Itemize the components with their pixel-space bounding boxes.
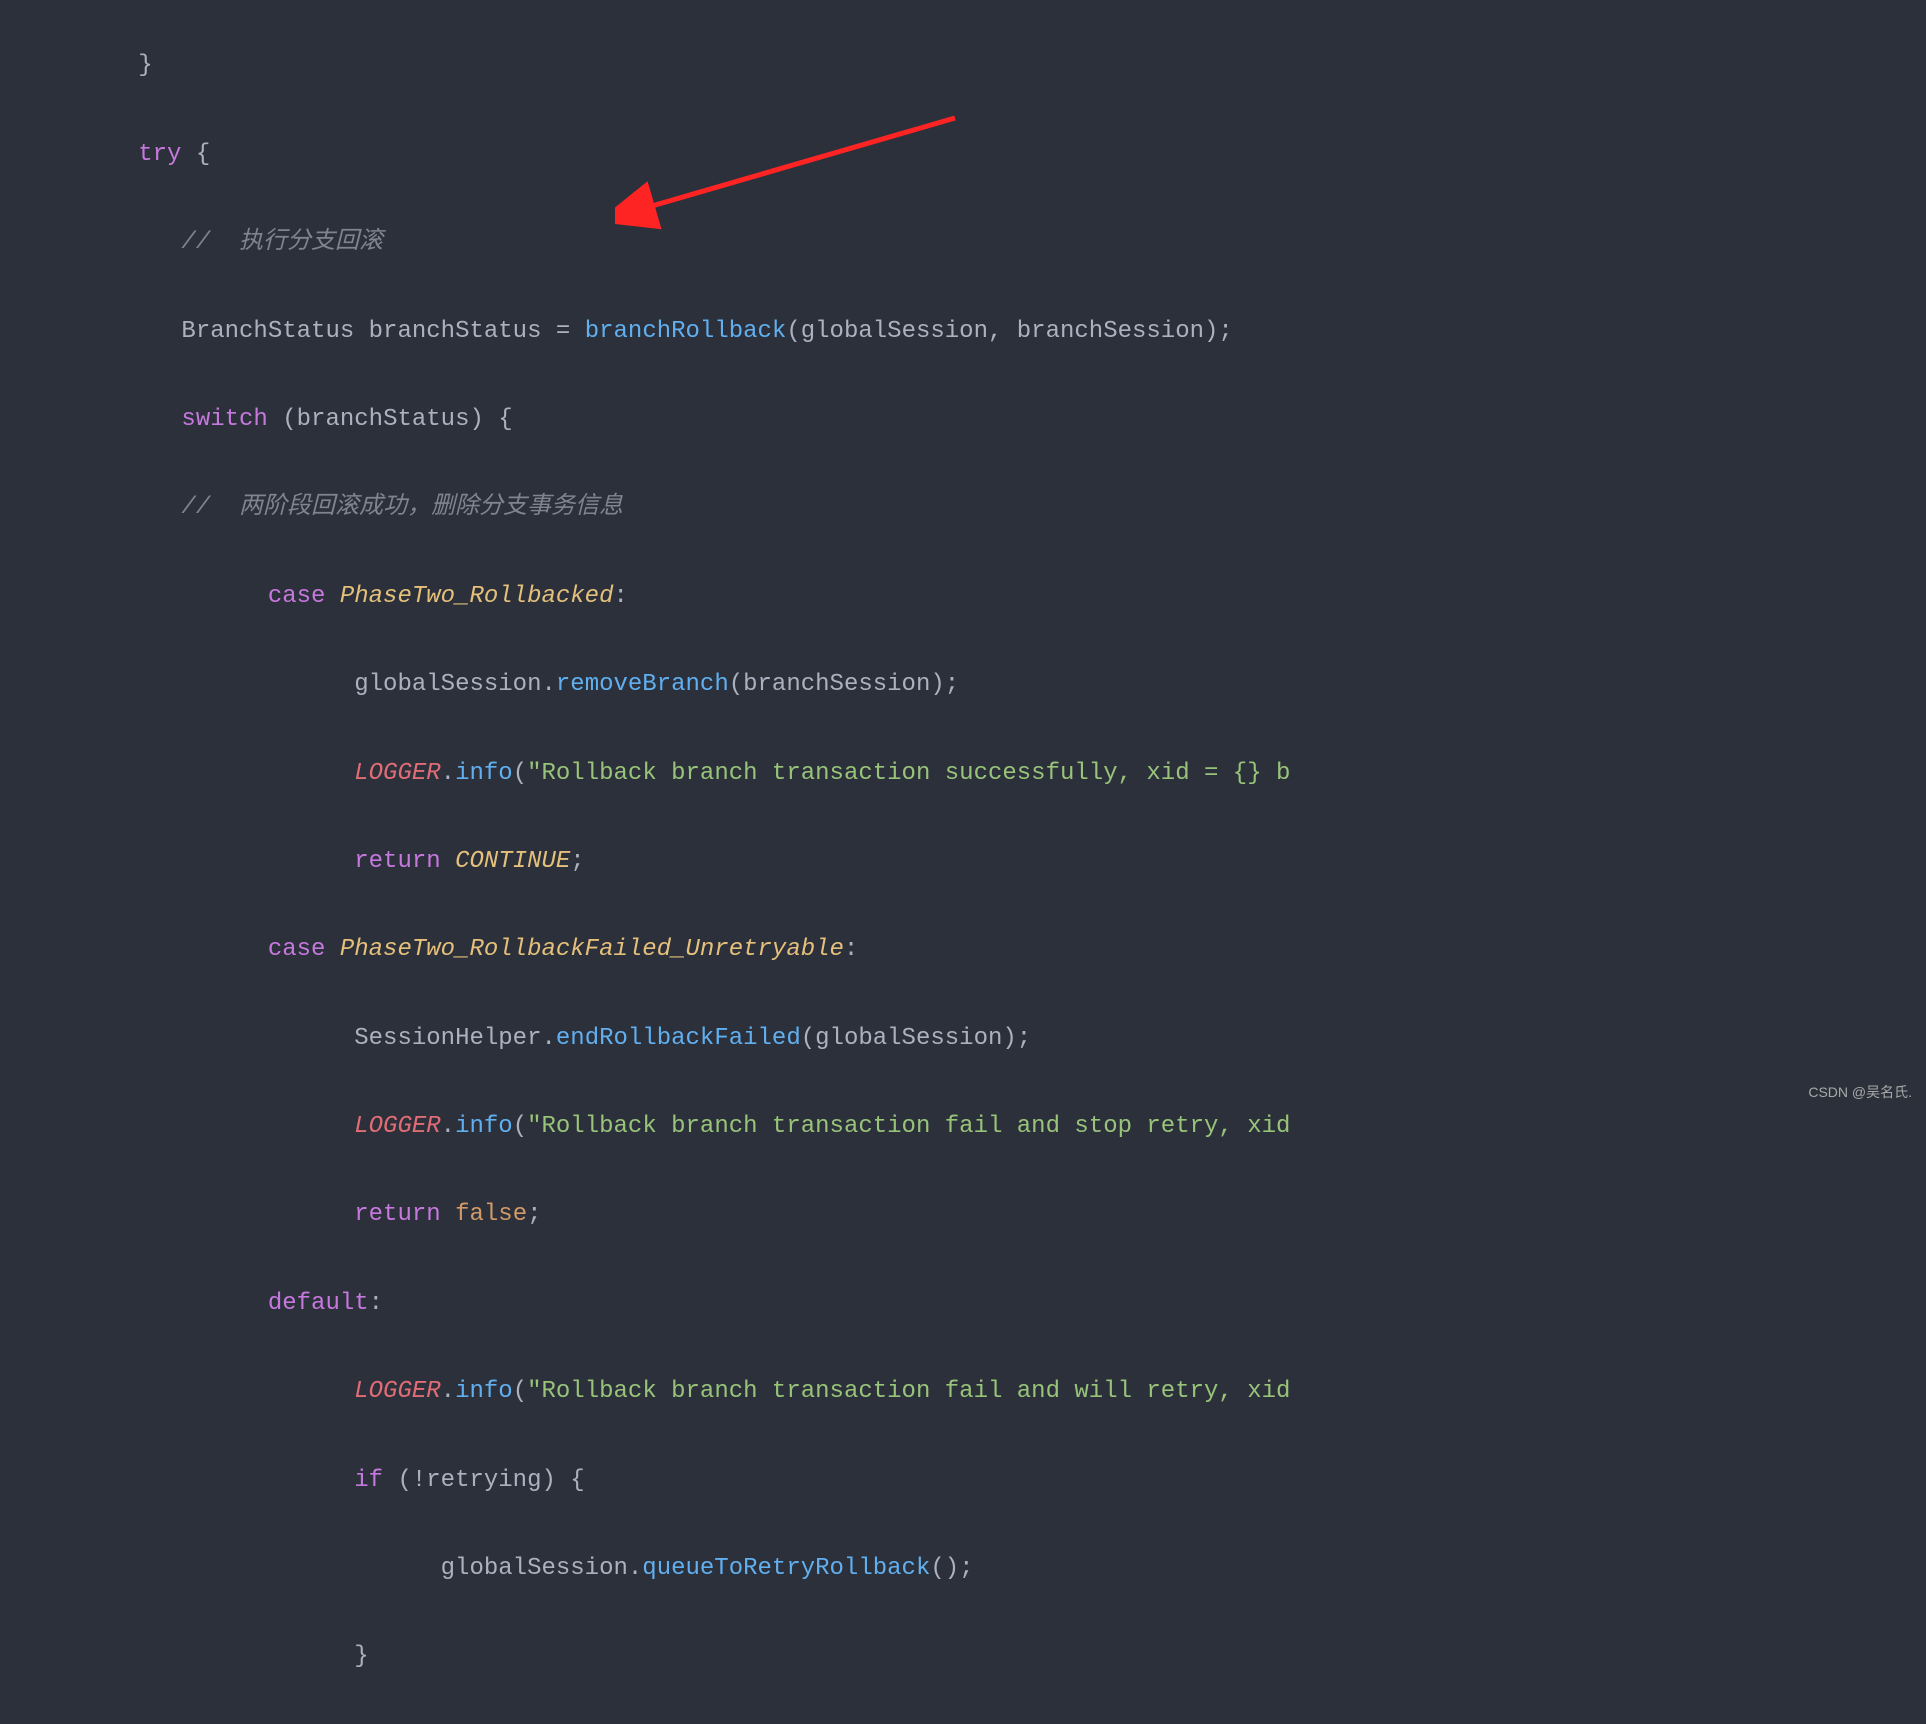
code-line: SessionHelper.endRollbackFailed(globalSe… bbox=[95, 1017, 1926, 1061]
watermark-text: CSDN @吴名氏. bbox=[1808, 1080, 1912, 1106]
code-line: } bbox=[95, 1635, 1926, 1679]
code-line: // 执行分支回滚 bbox=[95, 221, 1926, 265]
code-line: globalSession.removeBranch(branchSession… bbox=[95, 663, 1926, 707]
code-editor-view[interactable]: } try { // 执行分支回滚 BranchStatus branchSta… bbox=[0, 0, 1926, 1724]
code-line: case PhaseTwo_Rollbacked: bbox=[95, 575, 1926, 619]
code-line: return false; bbox=[95, 1193, 1926, 1237]
code-line: LOGGER.info("Rollback branch transaction… bbox=[95, 1370, 1926, 1414]
code-line: try { bbox=[95, 133, 1926, 177]
code-line: LOGGER.info("Rollback branch transaction… bbox=[95, 1105, 1926, 1149]
code-line: switch (branchStatus) { bbox=[95, 398, 1926, 442]
code-line: BranchStatus branchStatus = branchRollba… bbox=[95, 310, 1926, 354]
code-line: LOGGER.info("Rollback branch transaction… bbox=[95, 752, 1926, 796]
code-line: default: bbox=[95, 1282, 1926, 1326]
code-line: // 两阶段回滚成功，删除分支事务信息 bbox=[95, 486, 1926, 530]
code-line: } bbox=[95, 44, 1926, 88]
code-line: case PhaseTwo_RollbackFailed_Unretryable… bbox=[95, 928, 1926, 972]
code-line: globalSession.queueToRetryRollback(); bbox=[95, 1547, 1926, 1591]
code-line: if (!retrying) { bbox=[95, 1459, 1926, 1503]
code-line: return CONTINUE; bbox=[95, 840, 1926, 884]
